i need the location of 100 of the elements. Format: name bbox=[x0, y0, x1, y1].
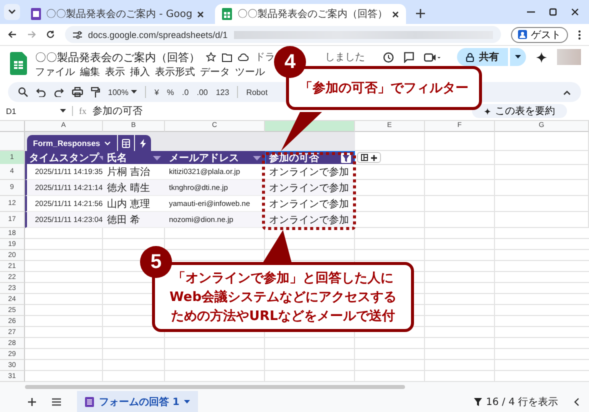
new-tab-icon[interactable] bbox=[416, 9, 426, 18]
table-cell: オンラインで参加 bbox=[265, 212, 355, 228]
table-cell: 徳田 希 bbox=[103, 212, 165, 228]
grid-cell bbox=[425, 180, 495, 196]
grid-cell bbox=[425, 196, 495, 212]
callout-text: Web会議システムなどにアクセスする bbox=[170, 288, 396, 306]
sheets-icon bbox=[222, 8, 232, 20]
menu-item[interactable]: 編集 bbox=[80, 66, 100, 79]
browser-tab[interactable]: 〇〇製品発表会のご案内 - Goog bbox=[24, 4, 212, 24]
menu-item[interactable]: 挿入 bbox=[130, 66, 150, 79]
more-icon[interactable] bbox=[578, 30, 581, 40]
chevron-down-icon bbox=[104, 140, 112, 146]
star-icon[interactable] bbox=[206, 52, 216, 62]
column-layout-icon bbox=[361, 154, 368, 161]
menu-item[interactable]: データ bbox=[200, 66, 230, 79]
tab-list-button[interactable] bbox=[4, 4, 20, 20]
grid-cell bbox=[425, 164, 495, 180]
callout-text: ための方法やURLなどをメールで送付 bbox=[171, 308, 395, 326]
horizontal-scrollbar[interactable] bbox=[25, 384, 405, 388]
share-dropdown[interactable] bbox=[509, 48, 526, 66]
format-button[interactable]: ¥ bbox=[154, 88, 159, 96]
sparkle-icon[interactable] bbox=[536, 52, 547, 62]
back-icon[interactable] bbox=[8, 30, 17, 39]
dropdown-icon[interactable] bbox=[60, 109, 66, 113]
table-cell: オンラインで参加 bbox=[265, 164, 355, 180]
sheet-tab[interactable]: フォームの回答 1 bbox=[77, 391, 198, 412]
table-view-button[interactable] bbox=[118, 135, 134, 151]
filter-dropdown-icon[interactable] bbox=[153, 156, 161, 160]
close-icon[interactable] bbox=[197, 10, 204, 18]
browser-tab[interactable]: 〇〇製品発表会のご案内（回答） bbox=[215, 4, 406, 24]
caret-icon bbox=[184, 400, 190, 404]
share-button[interactable]: 共有 bbox=[457, 48, 508, 66]
site-settings-icon[interactable] bbox=[73, 30, 82, 38]
summarize-button[interactable]: この表を要約 bbox=[472, 104, 567, 118]
profile-button[interactable]: ゲスト bbox=[511, 26, 568, 42]
automation-button[interactable] bbox=[135, 135, 152, 151]
format-button[interactable]: % bbox=[166, 88, 174, 96]
caret-icon bbox=[515, 55, 521, 59]
redo-icon[interactable] bbox=[54, 88, 64, 96]
url-text: docs.google.com/spreadsheets/d/1 bbox=[88, 30, 228, 40]
tab-title: 〇〇製品発表会のご案内 - Goog bbox=[46, 8, 192, 21]
save-status: ドラ bbox=[255, 51, 275, 64]
collapse-icon[interactable] bbox=[574, 398, 579, 406]
tab-title: 〇〇製品発表会のご案内（回答） bbox=[237, 8, 388, 21]
forms-icon bbox=[31, 8, 41, 20]
callout-text: 「参加の可否」でフィルター bbox=[300, 80, 468, 98]
cell-reference[interactable]: D1 bbox=[6, 106, 54, 116]
person-icon bbox=[518, 30, 527, 39]
menu-item[interactable]: ツール bbox=[235, 66, 265, 79]
add-sheet-icon[interactable] bbox=[28, 398, 36, 406]
column-heading: 氏名 bbox=[103, 151, 165, 165]
search-icon[interactable] bbox=[18, 87, 28, 97]
paint-format-icon[interactable] bbox=[91, 86, 100, 98]
save-status: しました bbox=[325, 51, 365, 64]
print-icon[interactable] bbox=[72, 87, 83, 97]
format-button[interactable]: .00 bbox=[196, 88, 208, 96]
folder-icon[interactable] bbox=[222, 52, 232, 62]
grid-cell bbox=[355, 196, 425, 212]
filter-icon[interactable] bbox=[341, 153, 351, 163]
column-tools-chip[interactable] bbox=[357, 152, 381, 163]
format-button[interactable]: 123 bbox=[216, 88, 230, 96]
filter-dropdown-icon[interactable] bbox=[253, 156, 261, 160]
menu-item[interactable]: ファイル bbox=[35, 66, 75, 79]
menu-item[interactable]: 表示 bbox=[105, 66, 125, 79]
format-button[interactable]: .0 bbox=[182, 88, 189, 96]
lock-icon bbox=[466, 52, 474, 62]
collapse-icon[interactable] bbox=[563, 90, 571, 94]
font-dropdown[interactable]: Robot bbox=[246, 88, 268, 96]
forms-icon bbox=[85, 397, 94, 407]
close-icon[interactable] bbox=[571, 8, 579, 16]
maximize-icon[interactable] bbox=[549, 8, 557, 16]
grid-cell bbox=[425, 132, 495, 151]
table-cell: 片桐 吉治 bbox=[103, 164, 165, 180]
table-cell: オンラインで参加 bbox=[265, 180, 355, 196]
caret-icon bbox=[131, 90, 138, 94]
video-icon[interactable] bbox=[424, 52, 441, 62]
callout-text: 「オンラインで参加」と回答した人に bbox=[172, 270, 394, 288]
step-number-badge: 4 bbox=[274, 46, 306, 78]
close-icon[interactable] bbox=[392, 10, 400, 18]
filtered-rows-status: 16 / 4 行を表示 bbox=[486, 396, 558, 409]
lightning-icon bbox=[140, 138, 146, 148]
document-title[interactable]: 〇〇製品発表会のご案内（回答） bbox=[35, 50, 200, 64]
all-sheets-icon[interactable] bbox=[52, 398, 61, 406]
address-bar[interactable]: docs.google.com/spreadsheets/d/1 bbox=[65, 26, 501, 43]
row-header-cell bbox=[0, 132, 25, 151]
table-icon bbox=[122, 138, 130, 148]
cloud-icon[interactable] bbox=[238, 53, 249, 61]
formula-input[interactable]: 参加の可否 bbox=[92, 104, 142, 118]
filter-icon bbox=[474, 398, 482, 406]
undo-icon[interactable] bbox=[36, 88, 46, 96]
menu-item[interactable]: 表示形式 bbox=[155, 66, 195, 79]
history-icon[interactable] bbox=[383, 52, 394, 62]
sparkle-icon bbox=[484, 108, 491, 114]
sheets-logo-icon bbox=[10, 52, 27, 75]
zoom-dropdown[interactable]: 100% bbox=[108, 88, 138, 96]
reload-icon[interactable] bbox=[46, 30, 55, 39]
column-heading: タイムスタンプ bbox=[25, 151, 103, 165]
comment-icon[interactable] bbox=[404, 52, 414, 62]
table-cell: 徳永 晴生 bbox=[103, 180, 165, 196]
table-name-tab[interactable]: Form_Responses bbox=[27, 135, 118, 151]
